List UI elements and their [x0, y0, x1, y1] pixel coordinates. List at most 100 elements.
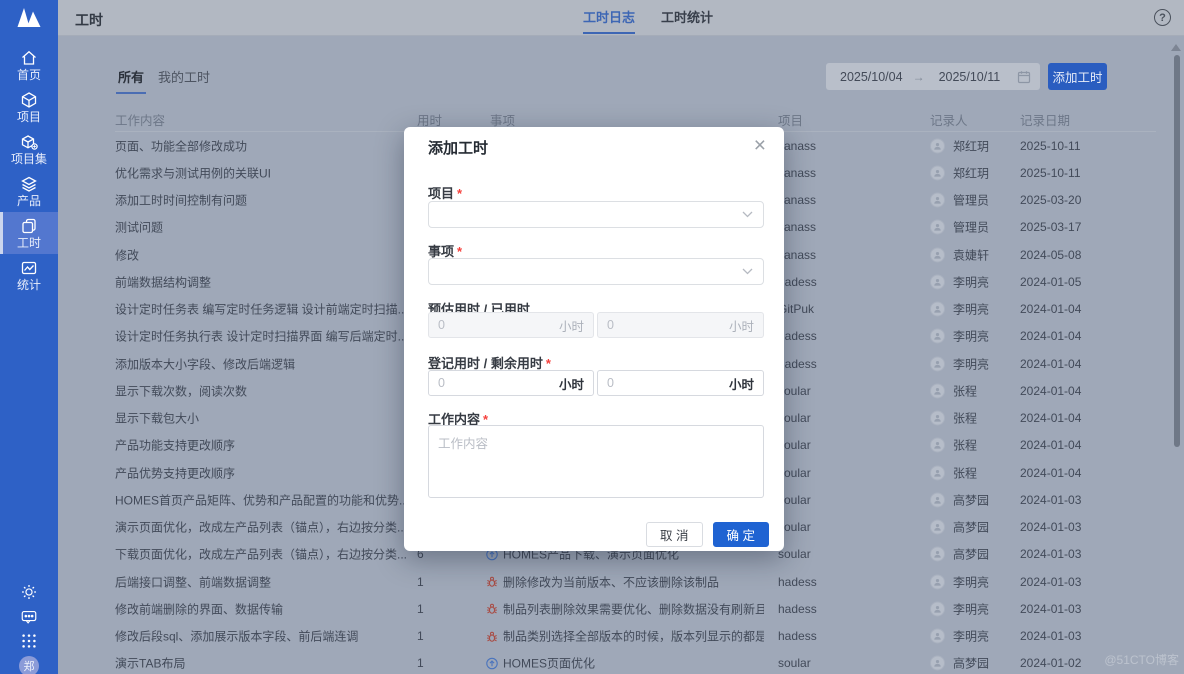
date-end-value[interactable]: 2025/10/11 — [925, 70, 1011, 84]
work-content-cell: 页面、功能全部修改成功 — [115, 137, 247, 154]
sidebar-item-project-set[interactable]: 项目集 — [0, 128, 58, 170]
col-project: 项目 — [778, 110, 803, 129]
sidebar-item-product[interactable]: 产品 — [0, 170, 58, 212]
project-cell: hadess — [778, 602, 817, 616]
work-content-cell: 显示下载包大小 — [115, 410, 199, 427]
used-hours-input-wrap: 小时 — [597, 312, 764, 338]
top-header: 工时 工时日志 工时统计 ? — [58, 0, 1184, 36]
scrollbar-thumb[interactable] — [1174, 55, 1180, 447]
watermark: @51CTO博客 — [1104, 651, 1179, 668]
work-content-cell: 演示页面优化，改成左产品列表（锚点），右边按分类... — [115, 519, 407, 536]
register-hours-row: 小时 小时 — [428, 370, 764, 396]
recorder-name: 郑红玥 — [953, 164, 989, 181]
item-select[interactable] — [428, 258, 764, 285]
recorder-cell: 袁婕轩 — [930, 246, 989, 263]
recorder-name: 李明亮 — [953, 273, 989, 290]
avatar — [930, 329, 945, 344]
item-cell: HOMES页面优化 — [486, 655, 595, 672]
avatar — [930, 383, 945, 398]
work-content-cell: 修改前端删除的界面、数据传输 — [115, 600, 283, 617]
hours-cell: 1 — [417, 575, 424, 589]
sidebar-item-label: 项目 — [0, 110, 58, 124]
estimate-hours-input — [429, 318, 529, 332]
project-cell: soular — [778, 547, 811, 561]
remaining-hours-input[interactable] — [598, 376, 698, 390]
sidebar-item-project[interactable]: 项目 — [0, 86, 58, 128]
scrollbar-up-arrow[interactable] — [1171, 44, 1181, 51]
chevron-down-icon — [742, 211, 753, 218]
date-start-value[interactable]: 2025/10/04 — [826, 70, 913, 84]
app-logo[interactable] — [0, 0, 58, 36]
record-date-cell: 2024-01-04 — [1020, 411, 1081, 425]
record-date-cell: 2024-05-08 — [1020, 248, 1081, 262]
recorder-cell: 张程 — [930, 382, 977, 399]
work-content-cell: 设计定时任务执行表 设计定时扫描界面 编写后端定时... — [115, 328, 407, 345]
cancel-button[interactable]: 取 消 — [646, 522, 702, 547]
hour-suffix: 小时 — [559, 316, 584, 335]
record-date-cell: 2024-01-03 — [1020, 547, 1081, 561]
user-avatar-button[interactable]: 郑 — [0, 656, 58, 674]
estimate-hours-row: 小时 小时 — [428, 312, 764, 338]
add-worktime-modal: 添加工时 × 项目* 事项* 预估用时 / 已用时 小时 小时 登记用时 / 剩… — [404, 127, 784, 551]
modal-title: 添加工时 — [428, 137, 488, 158]
table-row[interactable]: 后端接口调整、前端数据调整 1 删除修改为当前版本、不应该删除该制品 hades… — [0, 568, 1184, 595]
record-date-cell: 2024-01-04 — [1020, 357, 1081, 371]
work-content-textarea[interactable] — [428, 425, 764, 498]
recorder-cell: 李明亮 — [930, 573, 989, 590]
label-text: 事项 — [428, 244, 454, 259]
sidebar-item-label: 项目集 — [0, 152, 58, 166]
avatar — [930, 247, 945, 262]
tab-worktime-log[interactable]: 工时日志 — [583, 0, 635, 36]
tab-worktime-stats[interactable]: 工时统计 — [661, 0, 713, 36]
apps-button[interactable] — [0, 632, 58, 650]
recorder-name: 李明亮 — [953, 301, 989, 318]
register-hours-input[interactable] — [429, 376, 529, 390]
recorder-name: 高梦园 — [953, 546, 989, 563]
tab-all[interactable]: 所有 — [118, 67, 144, 86]
header-nav-tabs: 工时日志 工时统计 — [583, 0, 713, 36]
record-date-cell: 2024-01-03 — [1020, 520, 1081, 534]
settings-button[interactable] — [0, 583, 58, 601]
table-row[interactable]: 修改后段sql、添加展示版本字段、前后端连调 1 制品类别选择全部版本的时候，版… — [0, 623, 1184, 650]
col-record-date: 记录日期 — [1020, 110, 1070, 129]
recorder-name: 袁婕轩 — [953, 246, 989, 263]
recorder-name: 管理员 — [953, 219, 989, 236]
record-date-cell: 2024-01-03 — [1020, 602, 1081, 616]
messages-button[interactable] — [0, 608, 58, 626]
close-icon[interactable]: × — [750, 131, 770, 160]
help-icon[interactable]: ? — [1154, 9, 1171, 26]
sidebar-item-stats[interactable]: 统计 — [0, 254, 58, 296]
modal-footer: 取 消 确 定 — [646, 522, 769, 547]
work-content-cell: HOMES首页产品矩阵、优势和产品配置的功能和优势... — [115, 491, 407, 508]
remaining-hours-input-wrap: 小时 — [597, 370, 764, 396]
record-date-cell: 2024-01-04 — [1020, 438, 1081, 452]
tab-my-worktime[interactable]: 我的工时 — [158, 67, 210, 86]
project-cell: soular — [778, 656, 811, 670]
date-range-picker[interactable]: 2025/10/04 → 2025/10/11 — [826, 63, 1040, 90]
hours-cell: 1 — [417, 629, 424, 643]
hours-cell: 1 — [417, 656, 424, 670]
sidebar-item-home[interactable]: 首页 — [0, 44, 58, 86]
confirm-button[interactable]: 确 定 — [713, 522, 769, 547]
avatar — [930, 465, 945, 480]
record-date-cell: 2024-01-04 — [1020, 466, 1081, 480]
sidebar-item-worktime[interactable]: 工时 — [0, 212, 58, 254]
item-title: 制品列表删除效果需要优化、删除数据没有刷新且没有... — [503, 600, 764, 617]
sidebar: 首页 项目 项目集 产品 — [0, 0, 58, 674]
item-cell: 删除修改为当前版本、不应该删除该制品 — [486, 573, 719, 590]
recorder-cell: 高梦园 — [930, 491, 989, 508]
record-date-cell: 2024-01-03 — [1020, 493, 1081, 507]
record-date-cell: 2024-01-05 — [1020, 275, 1081, 289]
home-icon — [20, 49, 38, 67]
recorder-cell: 郑红玥 — [930, 137, 989, 154]
table-row[interactable]: 演示TAB布局 1 HOMES页面优化 soular — [0, 650, 1184, 674]
recorder-cell: 高梦园 — [930, 655, 989, 672]
recorder-name: 李明亮 — [953, 355, 989, 372]
project-select[interactable] — [428, 201, 764, 228]
avatar — [930, 302, 945, 317]
table-row[interactable]: 修改前端删除的界面、数据传输 1 制品列表删除效果需要优化、删除数据没有刷新且没… — [0, 595, 1184, 622]
work-content-cell: 产品优势支持更改顺序 — [115, 464, 235, 481]
hour-suffix: 小时 — [559, 374, 584, 393]
add-worktime-button[interactable]: 添加工时 — [1048, 63, 1107, 90]
avatar — [930, 492, 945, 507]
